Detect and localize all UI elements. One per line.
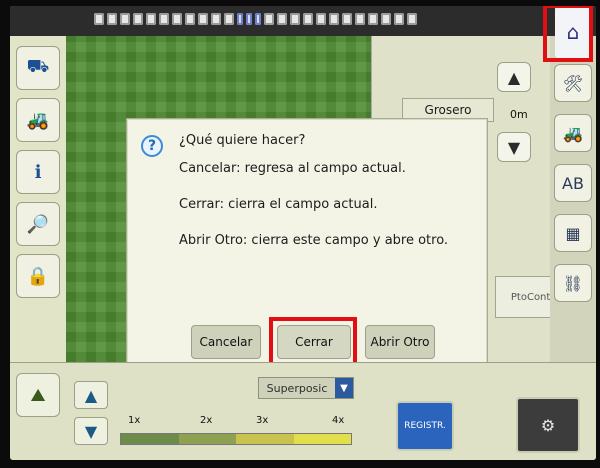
grosero-label: Grosero [424,103,472,117]
status-dot [368,13,378,25]
right-icon-column: 🛠 🚜 AB ▦ ⛓ [550,36,596,362]
status-dot [407,13,417,25]
distance-readout: 0m [510,108,528,121]
left-toolbar-info-button[interactable]: ℹ [16,150,60,194]
scale-seg-2 [178,434,236,444]
top-status-bar [10,6,596,36]
left-toolbar-lock-button[interactable]: 🔒 [16,254,60,298]
cancel-button-label: Cancelar [199,335,253,349]
tractor-icon: ⛟ [26,56,50,77]
close-field-button-label: Cerrar [295,335,333,349]
cancel-button[interactable]: Cancelar [191,325,261,359]
overlay-select[interactable]: Superposic ▼ [258,377,354,399]
scale-label-4x: 4x [332,415,345,426]
status-dot [237,13,243,25]
status-dot [224,13,234,25]
status-dot [264,13,274,25]
coverage-scale-bar [120,433,352,445]
arrow-down-icon: ▼ [84,421,98,441]
search-icon: 🔎 [26,213,50,235]
overlay-select-value: Superposic [266,381,328,395]
ab-line-icon: AB [562,173,584,193]
tractor-icon: 🚜 [563,123,583,143]
arrow-up-icon: ▲ [507,67,521,87]
status-dot [255,13,261,25]
screen: ⛟ 🚜 ℹ 🔎 🔒 N ▲ Grosero 0m ▼ PtoControl 🛠 … [10,6,596,460]
dialog-line-open-other: Abrir Otro: cierra este campo y abre otr… [179,233,449,248]
dialog-title: ¿Qué quiere hacer? [179,133,306,148]
scale-seg-3 [236,434,294,444]
dialog-line-cancel: Cancelar: regresa al campo actual. [179,161,406,176]
zoom-up-button[interactable]: ▲ [497,62,531,92]
left-toolbar-vehicle-button[interactable]: 🚜 [16,98,60,142]
scale-label-1x: 1x [128,415,141,426]
implement-button[interactable]: ⛓ [554,264,592,302]
status-dot [246,13,252,25]
status-dot [107,13,117,25]
scale-seg-1 [121,434,179,444]
dialog-line-close: Cerrar: cierra el campo actual. [179,197,378,212]
status-dot [159,13,169,25]
implement-icon: ⛓ [562,273,584,293]
status-dot [133,13,143,25]
bottom-bar: ⛰ ▲ ▼ Superposic ▼ 1x 2x 3x 4x REGISTR. [10,362,596,460]
ab-line-button[interactable]: AB [554,164,592,202]
lock-icon: 🔒 [26,265,50,287]
bottom-down-button[interactable]: ▼ [74,417,108,445]
layers-icon: ⛰ [30,384,46,406]
implement-icon: ⚙ [540,415,556,435]
status-dot [120,13,130,25]
info-icon: ℹ [34,161,42,183]
question-icon: ? [141,135,163,157]
status-dots [94,13,504,27]
bottom-up-button[interactable]: ▲ [74,381,108,409]
status-dot [198,13,208,25]
left-toolbar: ⛟ 🚜 ℹ 🔎 🔒 [10,36,67,362]
open-other-button-label: Abrir Otro [370,335,430,349]
status-dot [172,13,182,25]
vehicle-icon: 🚜 [26,109,50,131]
status-dot [277,13,287,25]
status-dot [316,13,326,25]
record-button[interactable]: REGISTR. [396,401,454,451]
status-dot [342,13,352,25]
chevron-down-icon: ▼ [335,378,353,398]
scale-label-3x: 3x [256,415,269,426]
status-dot [355,13,365,25]
close-field-button[interactable]: Cerrar [277,325,351,359]
status-dot [290,13,300,25]
record-button-label: REGISTR. [404,421,446,431]
arrow-down-icon: ▼ [507,137,521,157]
status-dot [94,13,104,25]
status-dot [185,13,195,25]
status-dot [381,13,391,25]
scale-label-2x: 2x [200,415,213,426]
implement-view-button[interactable]: ⚙ [516,397,580,453]
home-icon: ⌂ [566,20,580,44]
zoom-down-button[interactable]: ▼ [497,132,531,162]
status-dot [211,13,221,25]
status-dot [146,13,156,25]
left-toolbar-tractor-button[interactable]: ⛟ [16,46,60,90]
scale-seg-4 [293,434,351,444]
field-icon: ▦ [565,223,581,243]
status-dot [394,13,404,25]
layers-button[interactable]: ⛰ [16,373,60,417]
left-toolbar-search-button[interactable]: 🔎 [16,202,60,246]
tractor-button[interactable]: 🚜 [554,114,592,152]
confirm-dialog: ? ¿Qué quiere hacer? Cancelar: regresa a… [126,118,488,370]
arrow-up-icon: ▲ [84,385,98,405]
field-button[interactable]: ▦ [554,214,592,252]
open-other-button[interactable]: Abrir Otro [365,325,435,359]
coverage-scale: 1x 2x 3x 4x [120,415,352,449]
tools-button[interactable]: 🛠 [554,64,592,102]
wrench-icon: 🛠 [562,73,584,93]
status-dot [329,13,339,25]
home-button[interactable]: ⌂ [555,6,591,58]
status-dot [303,13,313,25]
device-frame: ⛟ 🚜 ℹ 🔎 🔒 N ▲ Grosero 0m ▼ PtoControl 🛠 … [0,0,600,468]
